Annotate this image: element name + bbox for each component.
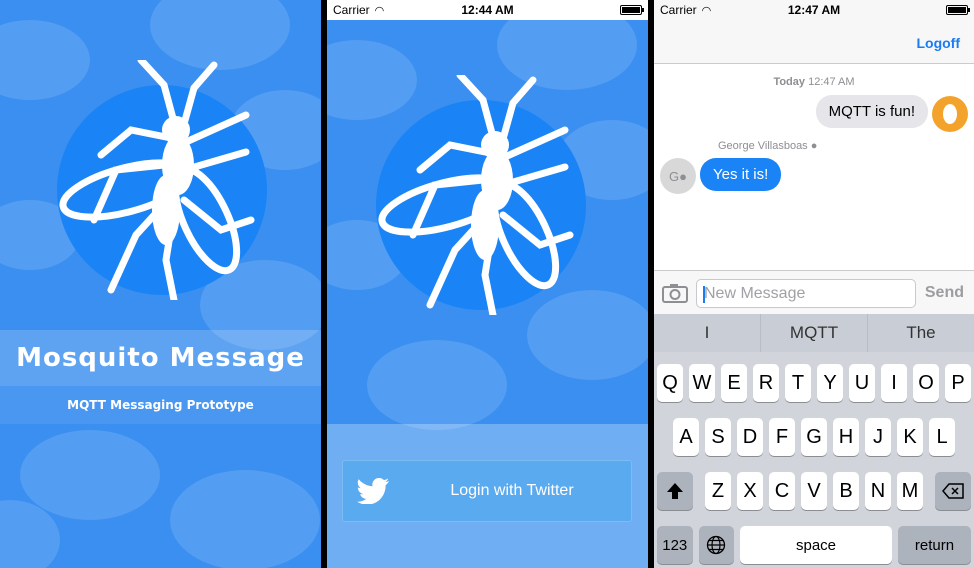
key[interactable]: Y: [817, 364, 843, 402]
key[interactable]: C: [769, 472, 795, 510]
key[interactable]: V: [801, 472, 827, 510]
key[interactable]: F: [769, 418, 795, 456]
incoming-message-bubble: Yes it is!: [700, 158, 782, 191]
status-time: 12:44 AM: [461, 3, 514, 17]
status-bar: Carrier ◠ 12:44 AM: [327, 0, 648, 20]
key[interactable]: K: [897, 418, 923, 456]
numbers-key[interactable]: 123: [657, 526, 693, 564]
letter-keys: Z X C V B N M: [705, 472, 923, 510]
globe-icon[interactable]: [698, 526, 735, 564]
key[interactable]: Z: [705, 472, 731, 510]
message-timestamp: Today 12:47 AM: [654, 76, 974, 88]
apple-icon: ●: [810, 140, 818, 152]
outgoing-message-bubble: MQTT is fun!: [815, 95, 928, 128]
logoff-button[interactable]: Logoff: [916, 35, 960, 51]
key[interactable]: S: [705, 418, 731, 456]
status-bar: Carrier ◠ 12:47 AM: [654, 0, 974, 20]
suggestion-item[interactable]: MQTT: [761, 314, 868, 352]
send-button[interactable]: Send: [925, 284, 964, 302]
key[interactable]: M: [897, 472, 923, 510]
key[interactable]: G: [801, 418, 827, 456]
key[interactable]: D: [737, 418, 763, 456]
key[interactable]: P: [945, 364, 971, 402]
key[interactable]: H: [833, 418, 859, 456]
subtitle-banner: MQTT Messaging Prototype: [0, 386, 321, 424]
backspace-key-icon[interactable]: [935, 472, 971, 510]
key[interactable]: A: [673, 418, 699, 456]
key[interactable]: T: [785, 364, 811, 402]
login-with-twitter-button[interactable]: Login with Twitter: [342, 460, 632, 522]
status-time: 12:47 AM: [787, 3, 841, 17]
timestamp-day: Today: [773, 76, 806, 88]
shift-key-icon[interactable]: [657, 472, 693, 510]
suggestion-item[interactable]: I: [654, 314, 761, 352]
key-row-3: Z X C V B N M: [654, 472, 974, 510]
battery-icon: [946, 5, 970, 15]
key[interactable]: U: [849, 364, 875, 402]
sender-name: George Villasboas ●: [718, 140, 817, 152]
login-screen: Carrier ◠ 12:44 AM Login with Twitter: [327, 0, 648, 568]
mosquito-logo-icon: [376, 75, 586, 315]
key[interactable]: W: [689, 364, 715, 402]
my-avatar: [932, 96, 968, 132]
splash-screen: Mosquito Message MQTT Messaging Prototyp…: [0, 0, 321, 568]
camera-icon[interactable]: [662, 283, 688, 308]
key[interactable]: Q: [657, 364, 683, 402]
key[interactable]: L: [929, 418, 955, 456]
key[interactable]: O: [913, 364, 939, 402]
login-button-label: Login with Twitter: [450, 482, 574, 499]
app-subtitle: MQTT Messaging Prototype: [67, 398, 254, 412]
predictive-bar: I MQTT The: [654, 314, 974, 352]
sender-name-label: George Villasboas: [718, 140, 808, 152]
key-row-2: A S D F G H J K L: [654, 418, 974, 456]
sender-avatar-initial: G: [669, 168, 680, 184]
key[interactable]: I: [881, 364, 907, 402]
key-row-1: Q W E R T Y U I O P: [654, 364, 974, 402]
apple-icon: ●: [679, 168, 687, 184]
mosquito-logo-icon: [57, 60, 267, 300]
key[interactable]: N: [865, 472, 891, 510]
battery-icon: [620, 5, 644, 15]
space-key[interactable]: space: [740, 526, 892, 564]
nav-bar: Logoff: [654, 20, 974, 64]
return-key[interactable]: return: [897, 526, 971, 564]
app-title: Mosquito Message: [16, 343, 305, 373]
text-cursor: [703, 286, 705, 303]
timestamp-time: 12:47 AM: [808, 76, 855, 88]
key[interactable]: J: [865, 418, 891, 456]
message-input[interactable]: [696, 279, 916, 308]
key[interactable]: B: [833, 472, 859, 510]
sender-avatar: G ●: [660, 158, 696, 194]
twitter-bird-icon: [343, 478, 403, 504]
keyboard: I MQTT The Q W E R T Y U I O P A S D F G…: [654, 314, 974, 568]
key-row-4: 123 space return: [654, 526, 974, 564]
key[interactable]: E: [721, 364, 747, 402]
title-banner: Mosquito Message: [0, 330, 321, 386]
message-input-bar: Send: [654, 270, 974, 314]
suggestion-item[interactable]: The: [868, 314, 974, 352]
key[interactable]: R: [753, 364, 779, 402]
chat-screen: Carrier ◠ 12:47 AM Logoff Today 12:47 AM…: [654, 0, 974, 568]
key[interactable]: X: [737, 472, 763, 510]
